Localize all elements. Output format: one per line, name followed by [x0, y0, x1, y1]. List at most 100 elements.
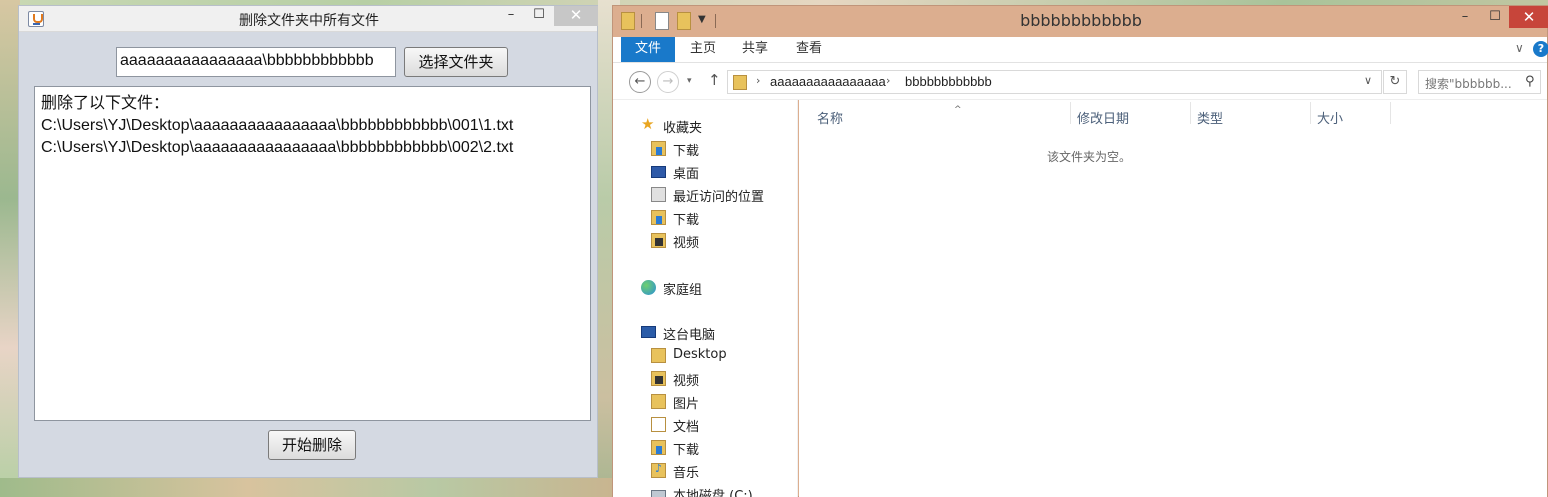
column-header-date[interactable]: 修改日期 — [1077, 108, 1187, 128]
ribbon: 文件 主页 共享 查看 ∨ ? — [613, 37, 1548, 63]
file-list[interactable]: 名称 ^ 修改日期 类型 大小 该文件夹为空。 — [799, 100, 1547, 497]
nav-label: 收藏夹 — [663, 121, 703, 136]
desktop-wallpaper — [0, 478, 620, 497]
column-divider[interactable] — [1310, 102, 1311, 124]
search-input[interactable]: 搜索"bbbbbb... ⚲ — [1418, 70, 1541, 94]
breadcrumb-item[interactable]: bbbbbbbbbbbb — [905, 74, 992, 89]
desktop-wallpaper — [0, 0, 20, 497]
chevron-down-icon[interactable]: ∨ — [1364, 74, 1372, 87]
nav-item-local-disk[interactable]: 本地磁盘 (C:) — [651, 484, 791, 497]
help-icon[interactable]: ? — [1533, 41, 1548, 57]
desktop-icon — [651, 166, 666, 178]
refresh-icon[interactable]: ↻ — [1383, 70, 1407, 94]
search-placeholder: 搜索"bbbbbb... — [1425, 77, 1512, 91]
back-arrow-icon[interactable]: ← — [629, 71, 651, 93]
drive-icon — [651, 490, 666, 497]
folder-path-input[interactable]: aaaaaaaaaaaaaaaa\bbbbbbbbbbbb — [116, 47, 396, 77]
explorer-title: bbbbbbbbbbbb — [1020, 11, 1142, 30]
nav-label: 本地磁盘 (C:) — [673, 489, 753, 497]
navigation-pane: ★ 收藏夹 下载 桌面 最近访问的位置 下载 视频 家庭组 这台电脑 Deskt… — [613, 100, 798, 497]
nav-label: 文档 — [673, 420, 700, 435]
column-header-size[interactable]: 大小 — [1317, 108, 1387, 128]
expand-ribbon-icon[interactable]: ∨ — [1515, 41, 1524, 55]
empty-folder-message: 该文件夹为空。 — [1046, 150, 1131, 164]
tab-file[interactable]: 文件 — [621, 37, 675, 62]
downloads-folder-icon — [651, 210, 666, 225]
nav-label: 这台电脑 — [663, 328, 716, 343]
nav-item-desktop[interactable]: 桌面 — [651, 162, 791, 182]
nav-item-videos[interactable]: 视频 — [651, 369, 791, 389]
log-line: C:\Users\YJ\Desktop\aaaaaaaaaaaaaaaa\bbb… — [41, 117, 514, 134]
star-icon: ★ — [641, 115, 655, 133]
address-bar[interactable]: › aaaaaaaaaaaaaaaa › bbbbbbbbbbbb ∨ — [727, 70, 1382, 94]
tab-share[interactable]: 共享 — [735, 37, 775, 62]
log-line: 删除了以下文件： — [41, 95, 170, 112]
nav-label: 视频 — [673, 236, 700, 251]
deleted-files-log[interactable]: 删除了以下文件： C:\Users\YJ\Desktop\aaaaaaaaaaa… — [34, 86, 591, 421]
videos-folder-icon — [651, 371, 666, 386]
recent-places-icon — [651, 187, 666, 202]
nav-label: 桌面 — [673, 167, 700, 182]
recent-locations-icon[interactable]: ▾ — [687, 76, 692, 86]
music-folder-icon — [651, 462, 666, 478]
nav-item-desktop[interactable]: Desktop — [651, 346, 791, 366]
nav-item-downloads[interactable]: 下载 — [651, 438, 791, 458]
maximize-button[interactable]: ☐ — [1481, 8, 1509, 28]
pictures-folder-icon — [651, 394, 666, 409]
column-divider[interactable] — [1070, 102, 1071, 124]
column-header-name[interactable]: 名称 ^ — [817, 105, 1067, 128]
nav-item-documents[interactable]: 文档 — [651, 415, 791, 435]
nav-item-recent-places[interactable]: 最近访问的位置 — [651, 185, 791, 205]
chevron-right-icon[interactable]: › — [756, 74, 760, 87]
nav-this-pc[interactable]: 这台电脑 — [641, 323, 791, 343]
start-delete-button[interactable]: 开始删除 — [268, 430, 356, 460]
close-button[interactable]: ✕ — [1509, 6, 1548, 28]
nav-item-downloads[interactable]: 下载 — [651, 208, 791, 228]
log-line: C:\Users\YJ\Desktop\aaaaaaaaaaaaaaaa\bbb… — [41, 139, 514, 156]
nav-item-videos[interactable]: 视频 — [651, 231, 791, 251]
navigation-bar: ← → ▾ ↑ › aaaaaaaaaaaaaaaa › bbbbbbbbbbb… — [613, 63, 1547, 100]
minimize-button[interactable]: – — [497, 6, 525, 26]
videos-folder-icon — [651, 233, 666, 248]
tab-view[interactable]: 查看 — [789, 37, 829, 62]
documents-folder-icon — [651, 417, 666, 432]
column-label: 名称 — [817, 112, 844, 127]
chevron-right-icon[interactable]: › — [886, 74, 890, 87]
downloads-folder-icon — [651, 141, 666, 156]
minimize-button[interactable]: – — [1451, 8, 1479, 28]
column-divider[interactable] — [1190, 102, 1191, 124]
maximize-button[interactable]: ☐ — [525, 6, 553, 26]
breadcrumb-item[interactable]: aaaaaaaaaaaaaaaa — [770, 74, 886, 89]
nav-homegroup[interactable]: 家庭组 — [641, 278, 791, 298]
close-button[interactable]: ✕ — [554, 6, 598, 26]
tab-home[interactable]: 主页 — [683, 37, 723, 62]
downloads-folder-icon — [651, 440, 666, 455]
folder-icon — [733, 75, 747, 90]
file-explorer-window: ▼ bbbbbbbbbbbb – ☐ ✕ 文件 主页 共享 查看 ∨ ? ← →… — [612, 5, 1548, 497]
desktop-folder-icon — [651, 348, 666, 363]
up-arrow-icon[interactable]: ↑ — [708, 71, 721, 89]
nav-label: 图片 — [673, 397, 700, 412]
delete-files-window: 删除文件夹中所有文件 – ☐ ✕ aaaaaaaaaaaaaaaa\bbbbbb… — [18, 5, 598, 478]
computer-icon — [641, 326, 656, 338]
nav-label: Desktop — [673, 347, 727, 362]
nav-label: 下载 — [673, 144, 700, 159]
nav-label: 下载 — [673, 213, 700, 228]
nav-item-pictures[interactable]: 图片 — [651, 392, 791, 412]
column-divider[interactable] — [1390, 102, 1391, 124]
column-header-type[interactable]: 类型 — [1197, 108, 1307, 128]
nav-item-music[interactable]: 音乐 — [651, 461, 791, 481]
homegroup-icon — [641, 280, 656, 295]
explorer-title-bar[interactable]: ▼ bbbbbbbbbbbb – ☐ ✕ — [613, 6, 1548, 36]
nav-label: 下载 — [673, 443, 700, 458]
sort-ascending-icon: ^ — [954, 105, 962, 115]
nav-item-downloads[interactable]: 下载 — [651, 139, 791, 159]
nav-label: 视频 — [673, 374, 700, 389]
nav-label: 最近访问的位置 — [673, 190, 765, 205]
search-icon: ⚲ — [1525, 74, 1535, 89]
nav-label: 音乐 — [673, 466, 700, 481]
forward-arrow-icon[interactable]: → — [657, 71, 679, 93]
choose-folder-button[interactable]: 选择文件夹 — [404, 47, 508, 77]
nav-favorites[interactable]: ★ 收藏夹 — [641, 115, 791, 136]
title-bar[interactable]: 删除文件夹中所有文件 – ☐ ✕ — [19, 6, 598, 32]
